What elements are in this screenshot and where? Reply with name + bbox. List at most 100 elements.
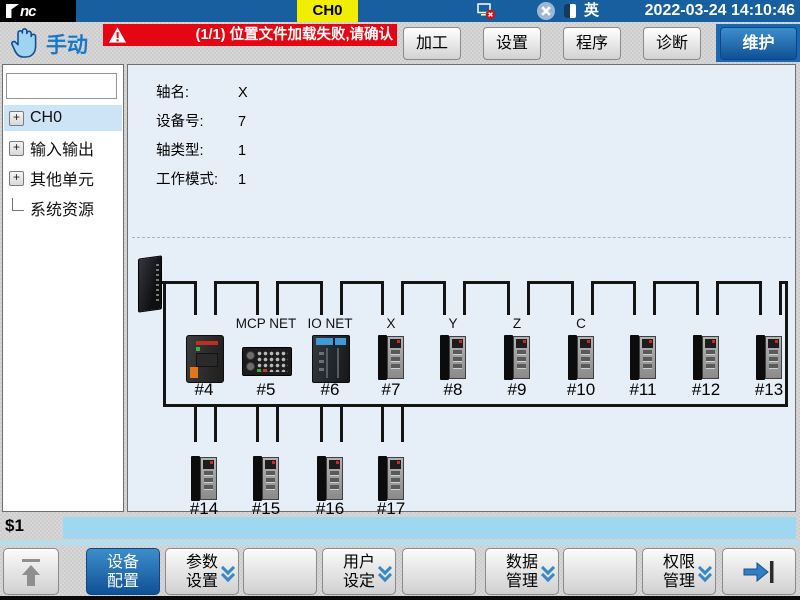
close-icon[interactable] bbox=[536, 1, 556, 21]
device-11 bbox=[630, 335, 656, 380]
servo-slot bbox=[266, 485, 275, 490]
servo-slot bbox=[581, 357, 590, 362]
softkey-empty-2[interactable] bbox=[402, 548, 476, 595]
sidebar-item-system-resources[interactable]: 系统资源 bbox=[4, 195, 122, 221]
nav-tab-settings[interactable]: 设置 bbox=[483, 27, 541, 60]
sidebar-item-input-output[interactable]: +输入输出 bbox=[4, 135, 122, 161]
servo-slot bbox=[453, 357, 462, 362]
servo-slot bbox=[330, 478, 339, 483]
servo-display bbox=[265, 460, 276, 469]
servo-slot bbox=[706, 357, 715, 362]
bus-wire bbox=[194, 404, 197, 442]
servo-display bbox=[580, 339, 591, 348]
nav-tab-program[interactable]: 程序 bbox=[563, 27, 621, 60]
vfd-screen bbox=[196, 353, 218, 367]
bus-wire bbox=[653, 281, 699, 284]
servo-slot bbox=[517, 357, 526, 362]
bus-wire bbox=[443, 281, 446, 315]
vfd-tag bbox=[190, 367, 198, 378]
sidebar-item-other-units[interactable]: +其他单元 bbox=[4, 165, 122, 191]
servo-slot bbox=[643, 357, 652, 362]
vfd-led bbox=[196, 347, 200, 351]
sidebar-filter-box[interactable] bbox=[6, 73, 117, 99]
servo-slot bbox=[769, 357, 778, 362]
bus-wire bbox=[194, 281, 197, 315]
info-label: 设备号: bbox=[156, 110, 238, 131]
softkey-param-settings[interactable]: 参数 设置 bbox=[165, 548, 239, 595]
softkey-user-settings[interactable]: 用户 设定 bbox=[322, 548, 396, 595]
tree-elbow-icon bbox=[12, 198, 24, 211]
softkey-back-top[interactable] bbox=[3, 548, 59, 595]
alert-banner[interactable]: (1/1) 位置文件加载失败,请确认 bbox=[103, 24, 397, 46]
softkey-device-config[interactable]: 设备 配置 bbox=[86, 548, 160, 595]
port-label: X bbox=[386, 316, 395, 331]
section-divider bbox=[132, 237, 791, 238]
device-17 bbox=[378, 456, 404, 501]
sidebar-item-label: 系统资源 bbox=[30, 196, 94, 220]
bus-wire bbox=[401, 281, 404, 315]
command-input[interactable] bbox=[63, 517, 796, 539]
nav-tab-diagnosis[interactable]: 诊断 bbox=[643, 27, 701, 60]
servo-display bbox=[642, 339, 653, 348]
servo-slot bbox=[769, 364, 778, 369]
device-id-label: #4 bbox=[195, 380, 214, 400]
datetime: 2022-03-24 14:10:46 bbox=[645, 0, 795, 22]
servo-slot bbox=[453, 350, 462, 355]
ionet-line bbox=[326, 348, 328, 378]
servo-display bbox=[329, 460, 340, 469]
ime-icon[interactable] bbox=[564, 4, 576, 18]
language-indicator[interactable]: 英 bbox=[584, 0, 599, 22]
softkey-data-management[interactable]: 数据 管理 bbox=[485, 548, 559, 595]
port-label: MCP NET bbox=[236, 316, 297, 331]
bus-wire bbox=[276, 404, 279, 442]
bus-wire bbox=[340, 281, 343, 315]
servo-display bbox=[516, 339, 527, 348]
servo-side bbox=[756, 335, 765, 380]
servo-display bbox=[203, 460, 214, 469]
bus-wire bbox=[163, 281, 166, 407]
bus-wire bbox=[381, 281, 384, 315]
softkey-empty-1[interactable] bbox=[243, 548, 317, 595]
servo-slot bbox=[517, 364, 526, 369]
info-row: 轴名:X bbox=[156, 81, 248, 101]
bus-wire bbox=[716, 281, 762, 284]
vfd-stripe bbox=[196, 341, 218, 345]
expand-icon[interactable]: + bbox=[9, 171, 24, 186]
device-id-label: #14 bbox=[190, 499, 218, 519]
mcp-knob bbox=[246, 362, 255, 371]
device-6 bbox=[312, 335, 350, 383]
servo-front bbox=[765, 336, 782, 379]
bus-wire bbox=[340, 404, 343, 442]
nav-tab-maintenance[interactable]: 维护 bbox=[720, 27, 797, 60]
servo-slot bbox=[204, 471, 213, 476]
softkey-next-page[interactable] bbox=[722, 548, 796, 595]
device-16 bbox=[317, 456, 343, 501]
bus-wire bbox=[527, 281, 530, 315]
servo-slot bbox=[391, 478, 400, 483]
softkey-empty-3[interactable] bbox=[563, 548, 637, 595]
nav-tab-machining[interactable]: 加工 bbox=[403, 27, 461, 60]
servo-front bbox=[387, 336, 404, 379]
servo-side bbox=[630, 335, 639, 380]
expand-icon[interactable]: + bbox=[9, 111, 24, 126]
expand-icon[interactable]: + bbox=[9, 141, 24, 156]
servo-front bbox=[200, 457, 217, 500]
servo-slot bbox=[453, 364, 462, 369]
servo-slot bbox=[391, 485, 400, 490]
mcp-knob bbox=[246, 351, 255, 360]
device-id-label: #7 bbox=[382, 380, 401, 400]
softkey-permission-management[interactable]: 权限 管理 bbox=[642, 548, 716, 595]
sidebar-item-ch0[interactable]: +CH0 bbox=[4, 105, 122, 131]
servo-slot bbox=[266, 478, 275, 483]
bus-wire bbox=[571, 281, 574, 315]
bus-wire bbox=[256, 281, 259, 315]
bus-wire bbox=[381, 404, 384, 442]
port-label: IO NET bbox=[307, 316, 352, 331]
servo-front bbox=[326, 457, 343, 500]
hnc-cnc-screen: nc CH0 英 2022-03-24 14:10:46 手动 (1/1) 位置… bbox=[0, 0, 800, 600]
servo-slot bbox=[769, 350, 778, 355]
servo-side bbox=[693, 335, 702, 380]
bus-wire bbox=[401, 404, 404, 442]
servo-slot bbox=[391, 471, 400, 476]
servo-display bbox=[705, 339, 716, 348]
